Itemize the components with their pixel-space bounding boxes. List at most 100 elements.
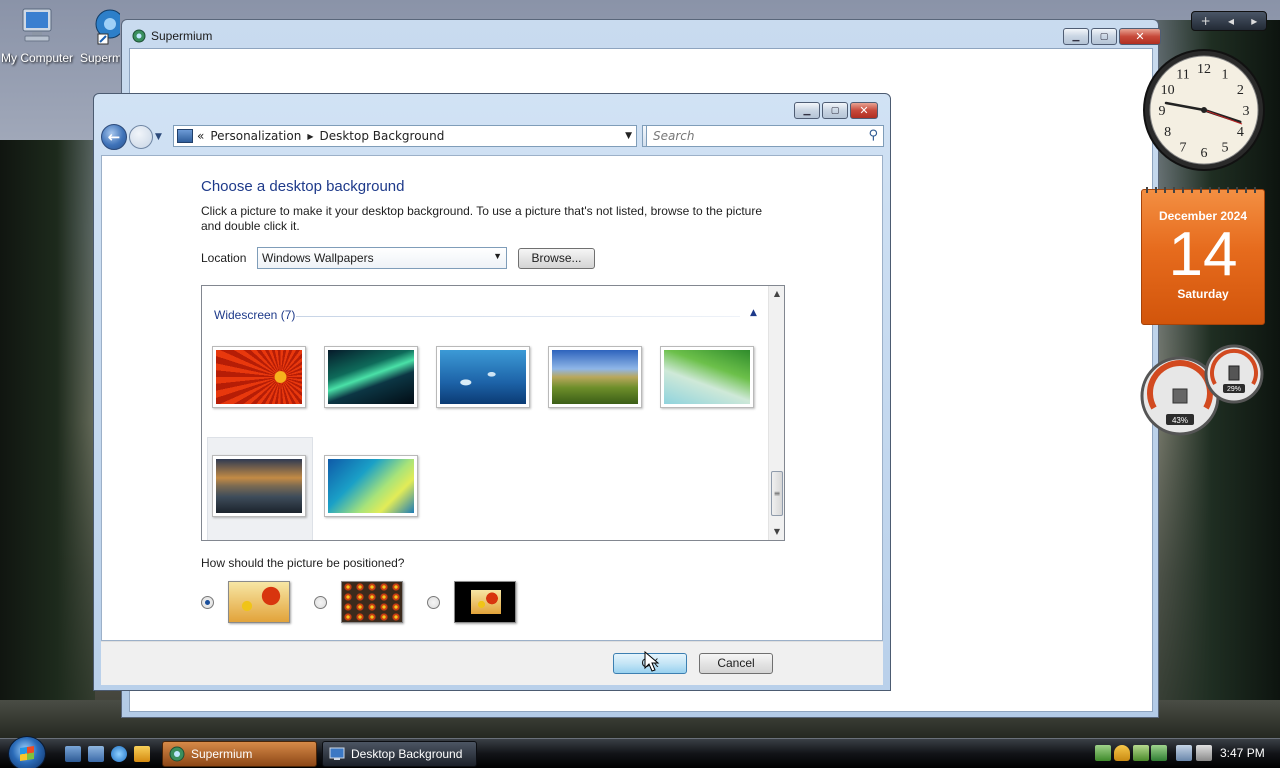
breadcrumb-overflow[interactable]: «: [197, 129, 204, 143]
clock-numeral: 3: [1243, 104, 1250, 119]
radio-tile[interactable]: [314, 596, 327, 609]
close-button[interactable]: ✕: [850, 102, 878, 119]
chevron-right-icon[interactable]: ▶: [307, 132, 313, 141]
group-header[interactable]: Widescreen (7): [214, 308, 295, 322]
dialog-footer: OK Cancel: [101, 641, 883, 685]
network-icon[interactable]: [1176, 745, 1192, 761]
location-label: Location: [201, 251, 247, 265]
taskbar-button-label: Supermium: [191, 747, 253, 761]
wallpaper-thumbnail-dolphins[interactable]: [436, 346, 530, 408]
wallpaper-image: [440, 350, 526, 404]
internet-explorer-icon[interactable]: [111, 746, 127, 762]
wallpaper-thumbnail-palm-leaf[interactable]: [660, 346, 754, 408]
show-desktop-icon[interactable]: [65, 746, 81, 762]
wallpaper-thumbnail-mountain-lake[interactable]: [212, 455, 306, 517]
clock-numeral: 12: [1197, 62, 1211, 77]
browse-button[interactable]: Browse...: [518, 248, 595, 269]
minimize-button[interactable]: ▁: [794, 102, 820, 119]
wallpaper-gallery[interactable]: Widescreen (7) ▲ ▲ ≡ ▼: [201, 285, 785, 541]
calendar-rings: [1146, 187, 1260, 193]
chevron-down-icon: ▼: [493, 251, 502, 261]
close-button[interactable]: ✕: [1119, 28, 1161, 45]
calendar-day: 14: [1168, 220, 1238, 289]
taskbar-clock[interactable]: 3:47 PM: [1220, 746, 1265, 760]
page-description: Click a picture to make it your desktop …: [201, 204, 763, 233]
wallpaper-thumbnail-hills[interactable]: [548, 346, 642, 408]
desktop-icon-my-computer[interactable]: My Computer: [0, 6, 74, 65]
clock-numeral: 8: [1164, 125, 1171, 140]
supermium-caption-buttons: ▁ ▢ ✕: [1063, 28, 1161, 45]
window-title: Supermium: [151, 29, 213, 43]
previous-icon[interactable]: ◂: [1228, 14, 1234, 28]
location-value: Windows Wallpapers: [262, 251, 374, 265]
cpu-usage: 43%: [1172, 416, 1188, 425]
back-button[interactable]: ←: [101, 124, 127, 150]
radio-center[interactable]: [427, 596, 440, 609]
minimize-button[interactable]: ▁: [1063, 28, 1089, 45]
maximize-button[interactable]: ▢: [1091, 28, 1117, 45]
memory-usage: 29%: [1227, 386, 1241, 393]
supermium-icon: [169, 746, 185, 762]
scroll-up-icon[interactable]: ▲: [769, 286, 784, 302]
navigation-bar: ← ▼ « Personalization ▶ Desktop Backgrou…: [101, 123, 884, 151]
position-question: How should the picture be positioned?: [201, 556, 405, 570]
search-placeholder: Search: [653, 129, 695, 143]
cpu-meter-gadget[interactable]: 43% 29%: [1140, 344, 1266, 436]
dialog-content: Choose a desktop background Click a pict…: [101, 155, 883, 641]
wallpaper-image: [552, 350, 638, 404]
search-input[interactable]: Search ⚲: [646, 125, 884, 147]
page-title: Choose a desktop background: [201, 178, 405, 195]
computer-icon: [22, 8, 52, 42]
gallery-scrollbar[interactable]: ▲ ≡ ▼: [768, 286, 784, 540]
taskbar-button-supermium[interactable]: Supermium: [162, 741, 317, 767]
search-icon[interactable]: ⚲: [868, 128, 878, 143]
forward-button[interactable]: [129, 125, 153, 149]
address-bar[interactable]: « Personalization ▶ Desktop Background ▼: [173, 125, 637, 147]
switch-windows-icon[interactable]: [88, 746, 104, 762]
breadcrumb-personalization[interactable]: Personalization: [210, 129, 301, 143]
wallpaper-thumbnail-vista-aurora[interactable]: [324, 455, 418, 517]
supermium-icon: [95, 9, 120, 45]
desktop-icon-supermium[interactable]: Supermium: [80, 6, 120, 65]
scrollbar-thumb[interactable]: ≡: [771, 471, 783, 516]
radio-fit-to-screen[interactable]: [201, 596, 214, 609]
position-preview-tile[interactable]: [341, 581, 403, 623]
location-select[interactable]: Windows Wallpapers ▼: [257, 247, 507, 269]
mouse-cursor-icon: [644, 651, 660, 672]
next-icon[interactable]: ▸: [1251, 14, 1257, 28]
cancel-button[interactable]: Cancel: [699, 653, 773, 674]
wallpaper-image: [664, 350, 750, 404]
maximize-button[interactable]: ▢: [822, 102, 848, 119]
sync-icon[interactable]: [1151, 745, 1167, 761]
taskbar-button-desktop-background[interactable]: Desktop Background: [322, 741, 477, 767]
volume-muted-icon[interactable]: [1196, 745, 1212, 761]
desktop-icon-label: Supermium: [80, 51, 120, 65]
position-preview-center[interactable]: [454, 581, 516, 623]
wallpaper-image: [328, 459, 414, 513]
breadcrumb-desktop-background[interactable]: Desktop Background: [319, 129, 444, 143]
display-settings-icon: [329, 747, 345, 760]
position-preview-fit[interactable]: [228, 581, 290, 623]
scroll-down-icon[interactable]: ▼: [769, 524, 784, 540]
add-gadget-icon[interactable]: +: [1201, 14, 1211, 28]
clock-numeral: 7: [1180, 140, 1187, 155]
history-dropdown[interactable]: ▼: [155, 132, 165, 142]
wallpaper-image: [216, 459, 302, 513]
clock-numeral: 6: [1201, 146, 1208, 161]
security-shield-icon[interactable]: [1114, 745, 1130, 761]
clock-numeral: 2: [1237, 83, 1244, 98]
dialog-caption-buttons: ▁ ▢ ✕: [794, 102, 878, 119]
clock-numeral: 4: [1237, 125, 1244, 140]
address-dropdown-icon[interactable]: ▼: [625, 131, 632, 141]
wallpaper-thumbnail-aurora[interactable]: [324, 346, 418, 408]
desktop-background-window[interactable]: ▁ ▢ ✕ ← ▼ « Personalization ▶ Desktop Ba…: [93, 93, 891, 691]
collapse-icon[interactable]: ▲: [750, 308, 757, 318]
network-status-icon[interactable]: [1095, 745, 1111, 761]
start-button[interactable]: [8, 736, 46, 768]
update-icon[interactable]: [1133, 745, 1149, 761]
media-player-icon[interactable]: [134, 746, 150, 762]
supermium-titlebar: Supermium: [132, 29, 212, 43]
calendar-gadget[interactable]: December 2024 14 Saturday: [1141, 187, 1265, 325]
clock-gadget[interactable]: 12 12 3 45678 9 1011: [1141, 47, 1267, 173]
wallpaper-thumbnail-red-flower[interactable]: [212, 346, 306, 408]
